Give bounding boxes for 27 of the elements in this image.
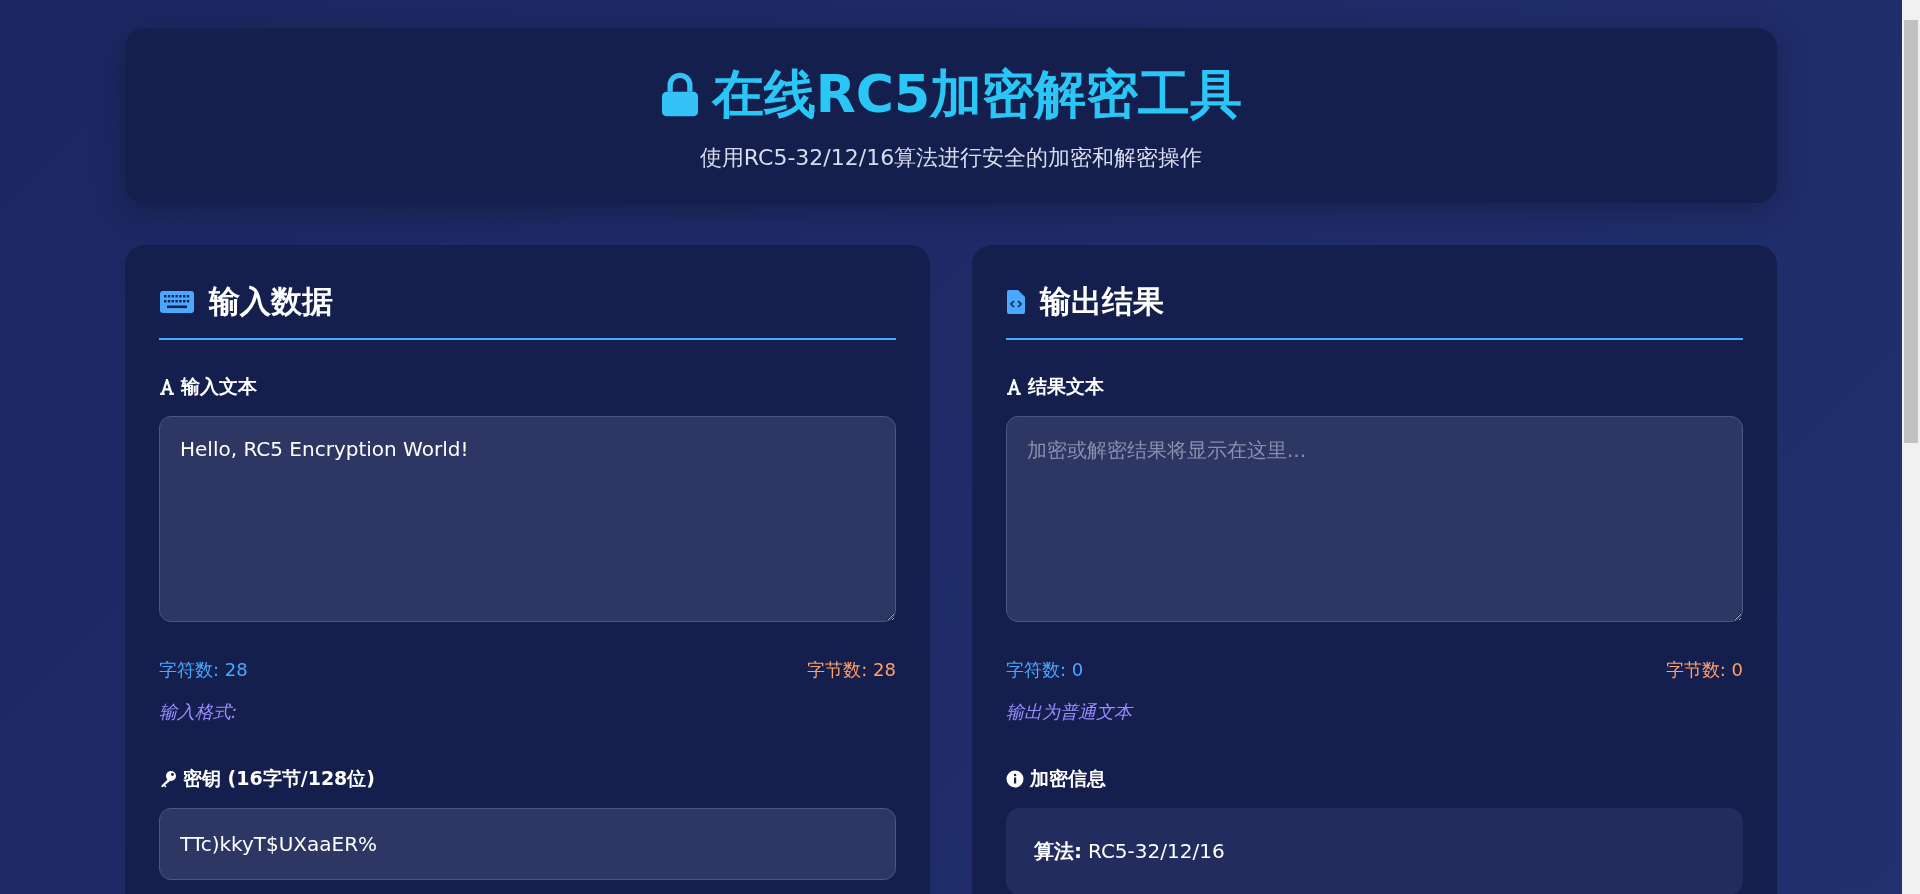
result-text-field[interactable]: 加密或解密结果将显示在这里...: [1006, 416, 1743, 623]
field-label: 结果文本: [1028, 374, 1104, 400]
key-icon: [159, 770, 177, 789]
info-icon: [1006, 770, 1024, 789]
font-icon: [1006, 379, 1022, 396]
section-label: 加密信息: [1030, 766, 1106, 792]
char-count: 字符数: 0: [1006, 658, 1084, 683]
char-count: 字符数: 28: [159, 658, 248, 683]
panel-title: 输出结果: [1040, 283, 1164, 321]
input-text-field[interactable]: Hello, RC5 Encryption World!: [159, 416, 896, 623]
byte-count: 字节数: 0: [1665, 658, 1743, 683]
format-note: 输出为普通文本: [1006, 700, 1135, 725]
info-label: 算法:: [1034, 839, 1082, 864]
lock-icon: [659, 71, 700, 118]
font-icon: [159, 379, 175, 396]
keyboard-icon: [159, 289, 195, 314]
key-input-field[interactable]: TTc)kkyT$UXaaER%: [159, 808, 896, 881]
code-file-icon: [1006, 288, 1026, 315]
field-label: 输入文本: [181, 374, 257, 400]
page-title: 在线RC5加密解密工具: [711, 66, 1243, 124]
info-value: RC5-32/12/16: [1088, 839, 1225, 864]
page-subtitle: 使用RC5-32/12/16算法进行安全的加密和解密操作: [699, 144, 1203, 173]
panel-title: 输入数据: [209, 283, 333, 321]
format-note: 输入格式:: [159, 700, 239, 725]
scrollbar[interactable]: [1902, 0, 1920, 894]
field-label: 密钥 (16字节/128位): [183, 766, 376, 792]
byte-count: 字节数: 28: [807, 658, 896, 683]
